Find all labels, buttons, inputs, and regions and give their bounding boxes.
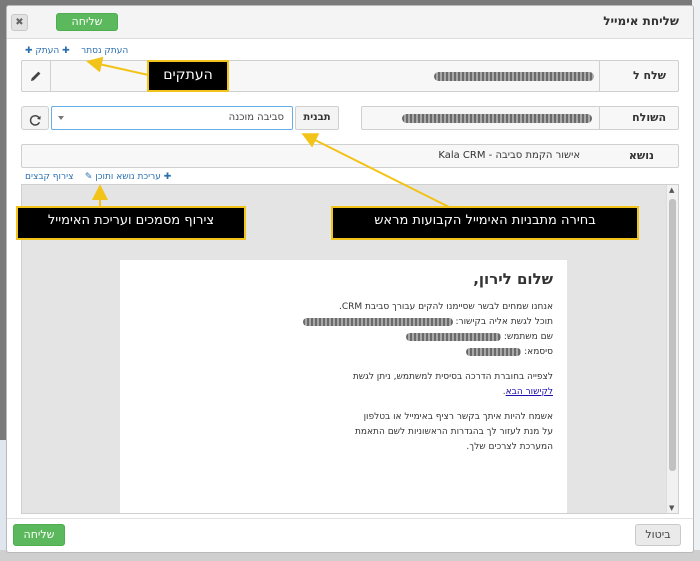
annotation-attach: צירוף מסמכים ועריכת האימייל [16,206,246,240]
dialog-title: שליחת אימייל [603,14,679,28]
pencil-icon[interactable] [30,67,42,86]
cc-links: ✚ העתק נסתר ✚ העתק [25,46,128,56]
add-cc-link[interactable]: ✚ העתק [35,46,69,56]
scroll-thumb[interactable] [669,199,676,471]
refresh-button[interactable] [21,106,49,130]
pencil-icon: ✎ [84,172,93,182]
email-letter: שלום לירון, אנחנו שמחים לבשר שסיימנו להק… [120,260,567,513]
sender-redacted[interactable] [402,114,592,123]
letter-guide-line: לצפייה בחוברת הדרכה בסיסית למשתמש, ניתן … [352,372,553,382]
plus-icon: ✚ [163,172,172,182]
recipient-redacted[interactable] [434,72,594,81]
password-redacted [466,347,522,356]
template-select[interactable]: סביבה מוכנה [51,106,293,130]
to-field-row: שלח ל [21,60,679,92]
chevron-down-icon [58,116,64,120]
letter-closing-2: על מנת לעזור לך בהגדרות הראשוניות לשם הת… [355,427,553,437]
to-label: שלח ל [632,69,666,82]
scroll-up-icon[interactable]: ▲ [669,186,674,194]
from-label: השולח [632,111,666,124]
from-field-row: השולח [361,106,679,130]
template-label: תבנית [295,106,339,130]
letter-username-line: שם משתמש: [134,330,553,345]
subject-value[interactable]: Kala CRM - אישור הקמת סביבה [438,150,580,161]
subject-label: נושא [628,149,654,162]
footer-divider [7,518,693,519]
access-link-redacted [302,317,453,326]
attachment-links: עריכת נושא ותוכן ✎ צירוף קבצים ✚ [25,172,171,182]
letter-closing-3: המערכת לצרכים שלך. [466,442,553,452]
send-button-top[interactable]: שליחה [56,13,118,31]
cancel-button[interactable]: ביטול [635,524,681,546]
template-select-value: סביבה מוכנה [228,112,284,123]
close-icon[interactable]: ✖ [11,14,28,31]
annotation-templates: בחירה מתבניות האימייל הקבועות מראש [331,206,639,240]
annotation-cc: העתקים [147,60,229,92]
plus-icon: ✚ [62,46,70,56]
letter-password-line: סיסמא: [134,345,553,360]
editor-scrollbar[interactable]: ▲ ▼ [666,185,678,513]
subject-field-row: נושא Kala CRM - אישור הקמת סביבה [21,144,679,168]
letter-access-line: תוכל לגשת אליה בקישור: [134,315,553,330]
letter-intro: אנחנו שמחים לבשר שסיימנו להקים עבורך סבי… [338,302,553,312]
letter-greeting: שלום לירון, [473,270,553,288]
edit-subject-content-link[interactable]: עריכת נושא ותוכן ✎ [85,172,161,182]
username-redacted [405,332,501,341]
letter-closing-1: אשמח להיות איתך בקשר רציף באימייל או בטל… [363,412,553,422]
guide-link[interactable]: לקישור הבא [506,387,553,397]
dialog-header: שליחת אימייל ✖ שליחה [7,6,693,39]
send-email-dialog: שליחת אימייל ✖ שליחה ✚ העתק נסתר ✚ העתק … [6,5,694,553]
send-button[interactable]: שליחה [13,524,65,546]
refresh-icon [29,112,42,131]
scroll-down-icon[interactable]: ▼ [669,504,674,512]
plus-icon: ✚ [25,46,33,56]
